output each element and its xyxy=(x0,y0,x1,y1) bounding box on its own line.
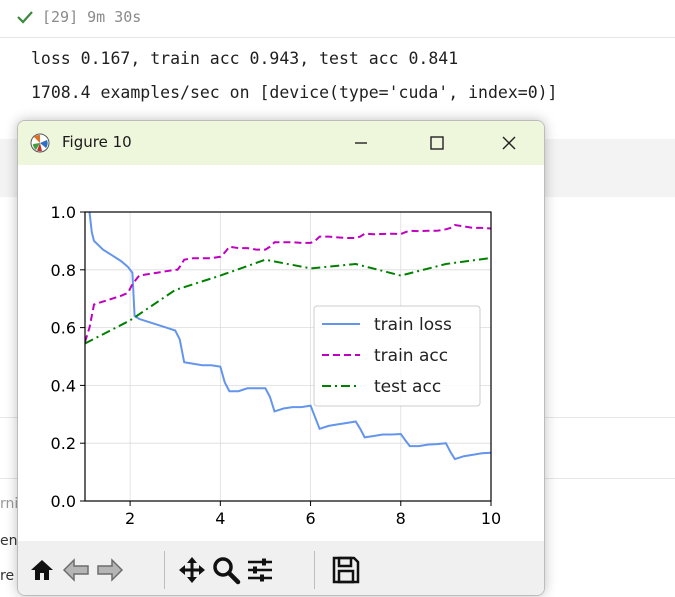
configure-subplots-button[interactable] xyxy=(244,553,276,587)
zoom-icon xyxy=(213,557,241,585)
y-tick-label: 0.0 xyxy=(51,492,76,511)
cell-status-bar: [29] 9m 30s xyxy=(0,0,675,38)
pan-icon xyxy=(179,557,205,583)
output-line-2: 1708.4 examples/sec on [device(type='cud… xyxy=(31,83,558,102)
zoom-button[interactable] xyxy=(210,553,242,587)
y-tick-label: 0.2 xyxy=(51,434,76,453)
window-title: Figure 10 xyxy=(62,133,132,151)
x-tick-label: 10 xyxy=(481,509,501,528)
minimize-icon[interactable] xyxy=(349,131,373,155)
line-chart: 2 4 6 8 10 0.0 0.2 0.4 0.6 0.8 1.0 train loss train … xyxy=(51,203,502,528)
legend-label: train loss xyxy=(374,315,452,335)
background-text-fragment: re xyxy=(0,568,15,584)
figure-window[interactable]: Figure 10 2 4 6 8 10 0.0 0.2 0.4 0.6 0.8 1.0 train … xyxy=(17,120,545,596)
checkmark-icon xyxy=(17,11,33,24)
pan-button[interactable] xyxy=(176,553,208,587)
plot-area[interactable]: 2 4 6 8 10 0.0 0.2 0.4 0.6 0.8 1.0 train loss train … xyxy=(18,165,544,541)
legend-label: test acc xyxy=(374,377,441,397)
background-text-fragment: ene xyxy=(0,533,18,549)
back-arrow-icon xyxy=(62,558,89,582)
y-tick-label: 1.0 xyxy=(51,203,76,222)
y-tick-label: 0.6 xyxy=(51,319,76,338)
output-line-1: loss 0.167, train acc 0.943, test acc 0.… xyxy=(31,49,459,68)
configure-subplots-icon xyxy=(248,558,272,582)
x-tick-label: 2 xyxy=(125,509,135,528)
home-icon xyxy=(31,560,53,580)
matplotlib-logo-icon xyxy=(30,133,50,153)
y-tick-label: 0.4 xyxy=(51,376,76,395)
toolbar-separator xyxy=(164,551,165,589)
back-button[interactable] xyxy=(60,553,92,587)
toolbar-separator xyxy=(314,551,315,589)
forward-arrow-icon xyxy=(97,558,124,582)
x-tick-label: 8 xyxy=(396,509,406,528)
window-titlebar[interactable]: Figure 10 xyxy=(18,121,544,165)
navigation-toolbar xyxy=(18,541,544,595)
close-icon[interactable] xyxy=(497,131,521,155)
save-icon xyxy=(332,556,360,584)
x-tick-label: 6 xyxy=(305,509,315,528)
forward-button[interactable] xyxy=(94,553,126,587)
legend-label: train acc xyxy=(374,346,448,366)
save-button[interactable] xyxy=(330,553,362,587)
x-tick-label: 4 xyxy=(215,509,225,528)
home-button[interactable] xyxy=(26,553,58,587)
maximize-icon[interactable] xyxy=(425,131,449,155)
execution-label: [29] 9m 30s xyxy=(42,8,142,26)
background-text-fragment: rni xyxy=(0,496,18,512)
y-tick-label: 0.8 xyxy=(51,261,76,280)
